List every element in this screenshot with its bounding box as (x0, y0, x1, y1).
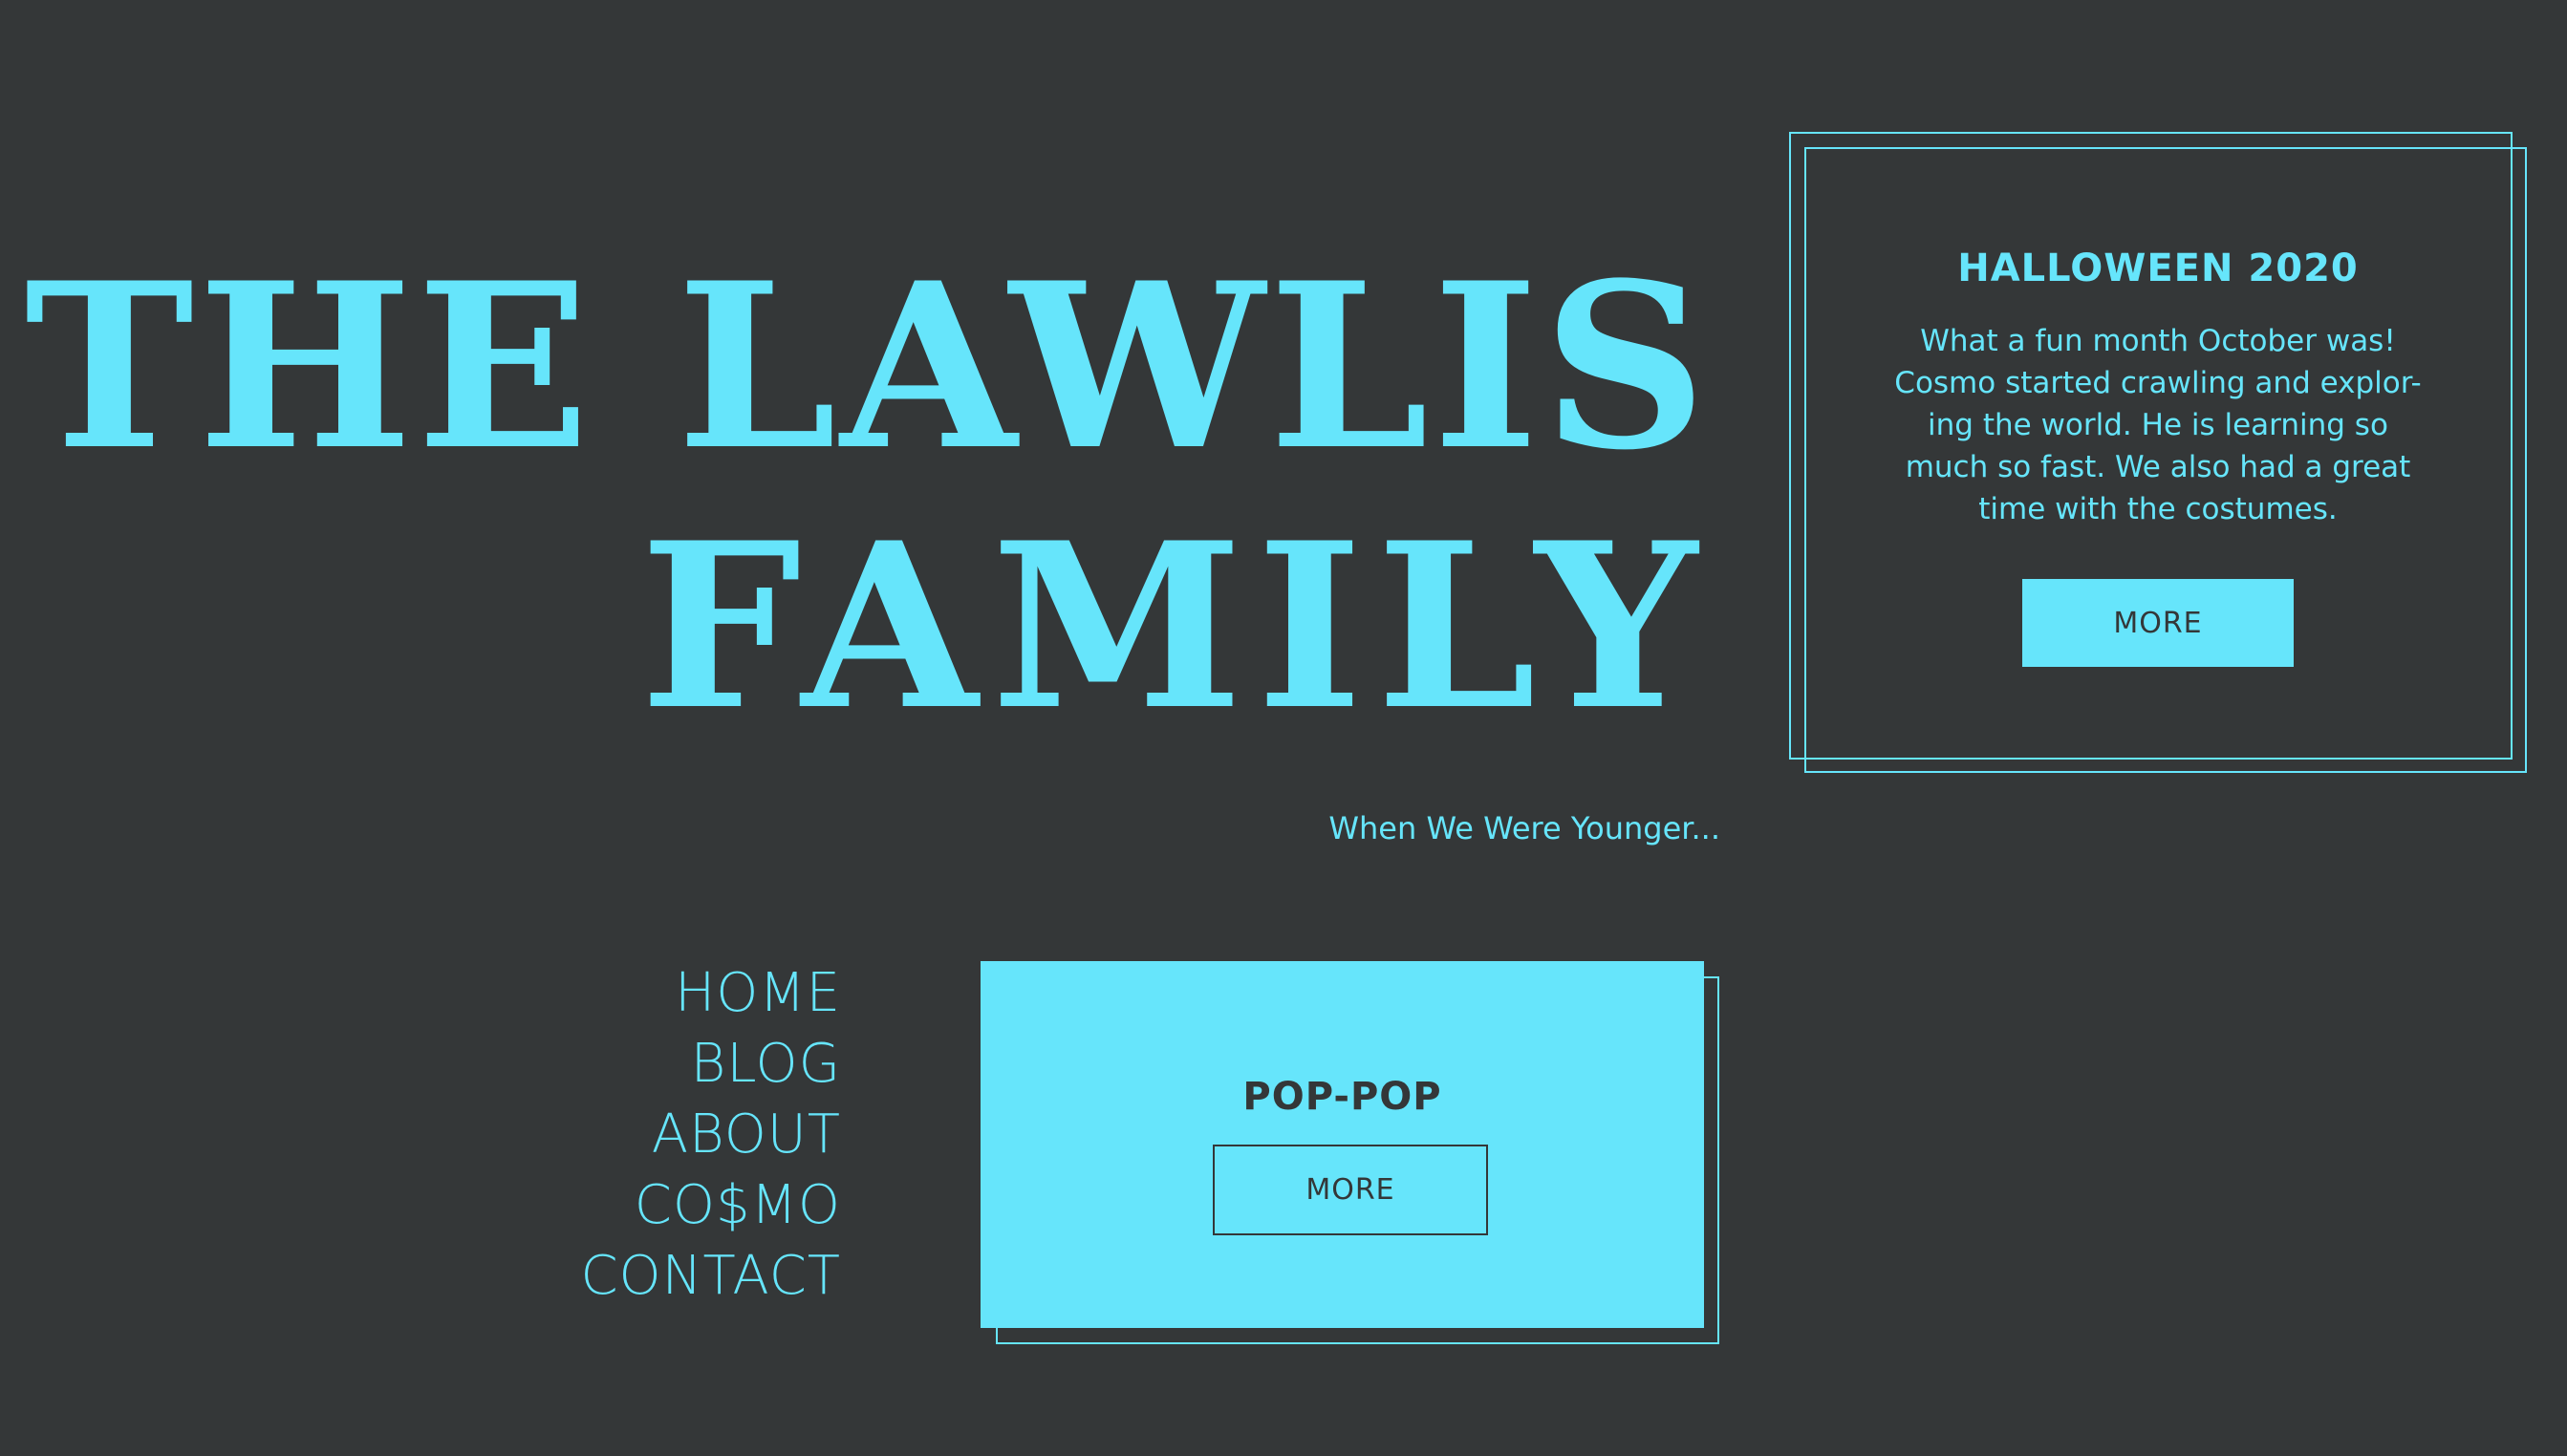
secondary-post-title: POP-POP (1242, 1075, 1442, 1119)
tagline: When We Were Younger... (1328, 810, 1720, 846)
nav-item-about[interactable]: ABOUT (478, 1100, 841, 1170)
featured-post-more-button[interactable]: MORE (2022, 579, 2294, 667)
nav-item-contact[interactable]: CONTACT (478, 1241, 841, 1312)
featured-post-body: What a fun month October was! Cosmo star… (1894, 324, 2422, 526)
site-title-line-2: FAMILY (639, 494, 1711, 760)
nav-item-home[interactable]: HOME (478, 958, 841, 1029)
featured-post-card: HALLOWEEN 2020 What a fun month October … (1804, 147, 2512, 759)
featured-post-title: HALLOWEEN 2020 (1957, 246, 2359, 290)
main-nav: HOME BLOG ABOUT CO$MO CONTACT (478, 958, 841, 1312)
site-title-line-1: THE LAWLIS (24, 234, 1711, 501)
nav-item-cosmo[interactable]: CO$MO (478, 1170, 841, 1241)
secondary-post-more-button[interactable]: MORE (1213, 1145, 1488, 1235)
secondary-post-card: POP-POP MORE (981, 961, 1704, 1328)
nav-item-blog[interactable]: BLOG (478, 1029, 841, 1100)
